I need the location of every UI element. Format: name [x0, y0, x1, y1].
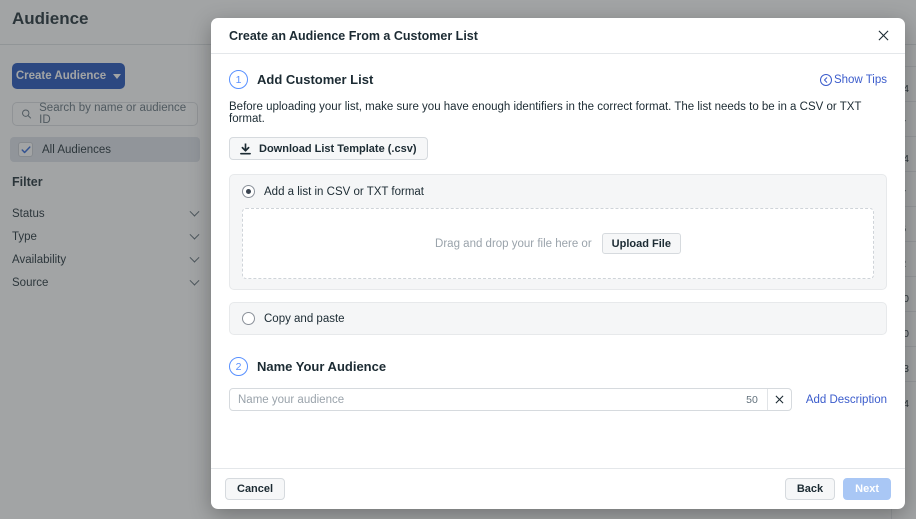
step-1-header: 1 Add Customer List Show Tips	[229, 70, 887, 89]
file-dropzone[interactable]: Drag and drop your file here or Upload F…	[242, 208, 874, 279]
show-tips-label: Show Tips	[833, 73, 887, 86]
step-1-title: Add Customer List	[257, 72, 374, 87]
upload-file-button[interactable]: Upload File	[601, 233, 681, 254]
dropzone-text: Drag and drop your file here or	[435, 237, 592, 250]
show-tips-button[interactable]: Show Tips	[819, 73, 887, 86]
next-button[interactable]: Next	[843, 478, 891, 500]
back-button[interactable]: Back	[784, 478, 836, 500]
audience-name-row: Name your audience 50 Add Description	[229, 388, 887, 411]
radio-label-paste: Copy and paste	[264, 312, 345, 325]
radio-label-file: Add a list in CSV or TXT format	[264, 185, 424, 198]
step-2-number: 2	[229, 357, 248, 376]
step-2-title: Name Your Audience	[257, 359, 387, 374]
chevron-left-icon	[819, 73, 832, 86]
modal-title: Create an Audience From a Customer List	[229, 28, 478, 43]
audience-name-input[interactable]: Name your audience 50	[229, 388, 792, 411]
close-icon[interactable]	[873, 26, 893, 46]
app-screen: Audience Create Audience Search by name …	[0, 0, 916, 519]
radio-button-paste-unselected[interactable]	[242, 312, 255, 325]
step-1-number: 1	[229, 70, 248, 89]
upload-file-label: Upload File	[611, 237, 671, 250]
modal-header: Create an Audience From a Customer List	[211, 18, 905, 54]
create-audience-modal: Create an Audience From a Customer List …	[211, 18, 905, 509]
download-list-template-button[interactable]: Download List Template (.csv)	[229, 137, 428, 160]
add-description-link[interactable]: Add Description	[806, 394, 887, 406]
option-card-copy-paste[interactable]: Copy and paste	[229, 302, 887, 335]
download-button-label: Download List Template (.csv)	[259, 142, 417, 155]
step-2-header: 2 Name Your Audience	[229, 357, 887, 376]
close-icon[interactable]	[766, 389, 791, 410]
cancel-button[interactable]: Cancel	[225, 478, 286, 500]
modal-body: 1 Add Customer List Show Tips Before upl…	[211, 54, 905, 468]
radio-button-file-selected[interactable]	[242, 185, 255, 198]
char-counter: 50	[746, 393, 758, 406]
modal-footer: Cancel Back Next	[211, 468, 905, 509]
radio-row-paste[interactable]: Copy and paste	[242, 312, 874, 325]
radio-row-file[interactable]: Add a list in CSV or TXT format	[242, 185, 874, 198]
download-icon	[240, 143, 251, 155]
audience-name-placeholder: Name your audience	[238, 393, 345, 406]
option-card-file-upload[interactable]: Add a list in CSV or TXT format Drag and…	[229, 174, 887, 290]
step-1-helper-text: Before uploading your list, make sure yo…	[229, 101, 862, 125]
